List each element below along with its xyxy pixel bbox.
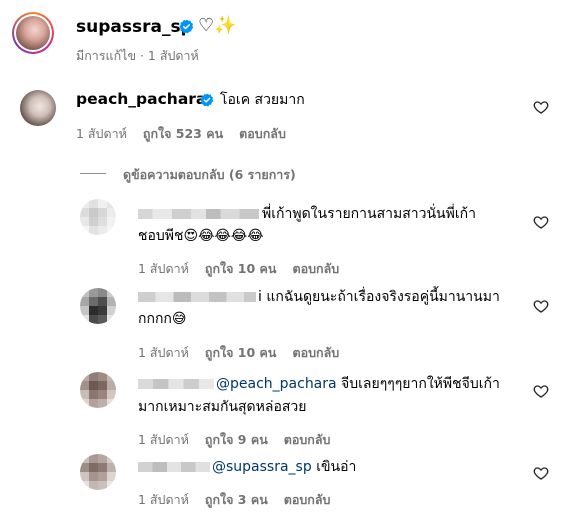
reply-button[interactable]: ตอบกลับ bbox=[292, 261, 339, 276]
caption-text: ♡✨ bbox=[198, 15, 237, 36]
heart-outline-icon[interactable] bbox=[533, 465, 549, 481]
heart-outline-icon[interactable] bbox=[533, 383, 549, 399]
comment-username[interactable]: peach_pachara bbox=[76, 90, 206, 108]
reply-text-line2: ชอบพีช😍😂😂😂😂 bbox=[138, 228, 264, 244]
reply-username-blurred[interactable] bbox=[138, 462, 210, 472]
caption-avatar[interactable] bbox=[12, 12, 54, 54]
heart-outline-icon[interactable] bbox=[533, 99, 549, 115]
reply-text-line1: i แกฉันดูยนะถ้าเรื่องจริงรอคู่นี้มานานมา bbox=[258, 289, 500, 305]
comment-likes[interactable]: ถูกใจ 523 คน bbox=[143, 126, 223, 141]
comment-meta: 1 สัปดาห์ ถูกใจ 523 คน ตอบกลับ bbox=[76, 124, 286, 144]
replies-divider-line bbox=[80, 173, 106, 174]
reply-avatar[interactable] bbox=[80, 199, 116, 235]
reply-mention-link[interactable]: @supassra_sp bbox=[212, 459, 312, 475]
reply-avatar[interactable] bbox=[80, 454, 116, 490]
verified-badge-icon bbox=[200, 93, 214, 107]
reply-button[interactable]: ตอบกลับ bbox=[284, 492, 331, 507]
reply-avatar[interactable] bbox=[80, 288, 116, 324]
comment-avatar[interactable] bbox=[20, 90, 56, 126]
reply-username-blurred[interactable] bbox=[138, 292, 256, 302]
comment-reply-button[interactable]: ตอบกลับ bbox=[239, 126, 286, 141]
reply-meta: 1 สัปดาห์ ถูกใจ 3 คน ตอบกลับ bbox=[138, 492, 331, 507]
reply-text-line1: @supassra_sp เขินอ่า bbox=[212, 459, 357, 475]
reply-meta: 1 สัปดาห์ ถูกใจ 10 คน ตอบกลับ bbox=[138, 345, 340, 360]
reply-text-line2: กกกก😅 bbox=[138, 311, 187, 327]
view-replies-button[interactable]: ดูข้อความตอบกลับ (6 รายการ) bbox=[123, 165, 296, 185]
reply-username-blurred[interactable] bbox=[138, 379, 214, 389]
heart-outline-icon[interactable] bbox=[533, 214, 549, 230]
caption-meta: มีการแก้ไข · 1 สัปดาห์ bbox=[76, 48, 199, 63]
caption-username[interactable]: supassra_sp bbox=[76, 17, 193, 37]
reply-mention-link[interactable]: @peach_pachara bbox=[216, 376, 337, 392]
heart-outline-icon[interactable] bbox=[533, 298, 549, 314]
reply-text-line1: @peach_pachara จีบเลยๆๆๆยากให้พีชจีบเก้า bbox=[216, 376, 500, 392]
reply-text-line2: มากเหมาะสมกันสุดหล่อสวย bbox=[138, 399, 307, 415]
verified-badge-icon bbox=[179, 19, 194, 34]
reply-avatar[interactable] bbox=[80, 372, 116, 408]
reply-meta: 1 สัปดาห์ ถูกใจ 10 คน ตอบกลับ bbox=[138, 261, 340, 276]
comment-time[interactable]: 1 สัปดาห์ bbox=[76, 126, 127, 141]
reply-text-line1: พี่เก้าพูดในรายกานสามสาวนั่นพี่เก้า bbox=[262, 206, 476, 222]
reply-username-blurred[interactable] bbox=[138, 209, 259, 219]
comment-text: โอเค สวยมาก bbox=[220, 92, 305, 108]
reply-meta: 1 สัปดาห์ ถูกใจ 9 คน ตอบกลับ bbox=[138, 432, 331, 447]
reply-button[interactable]: ตอบกลับ bbox=[292, 345, 339, 360]
comment-line: peach_pachara bbox=[76, 90, 206, 108]
reply-button[interactable]: ตอบกลับ bbox=[284, 432, 331, 447]
